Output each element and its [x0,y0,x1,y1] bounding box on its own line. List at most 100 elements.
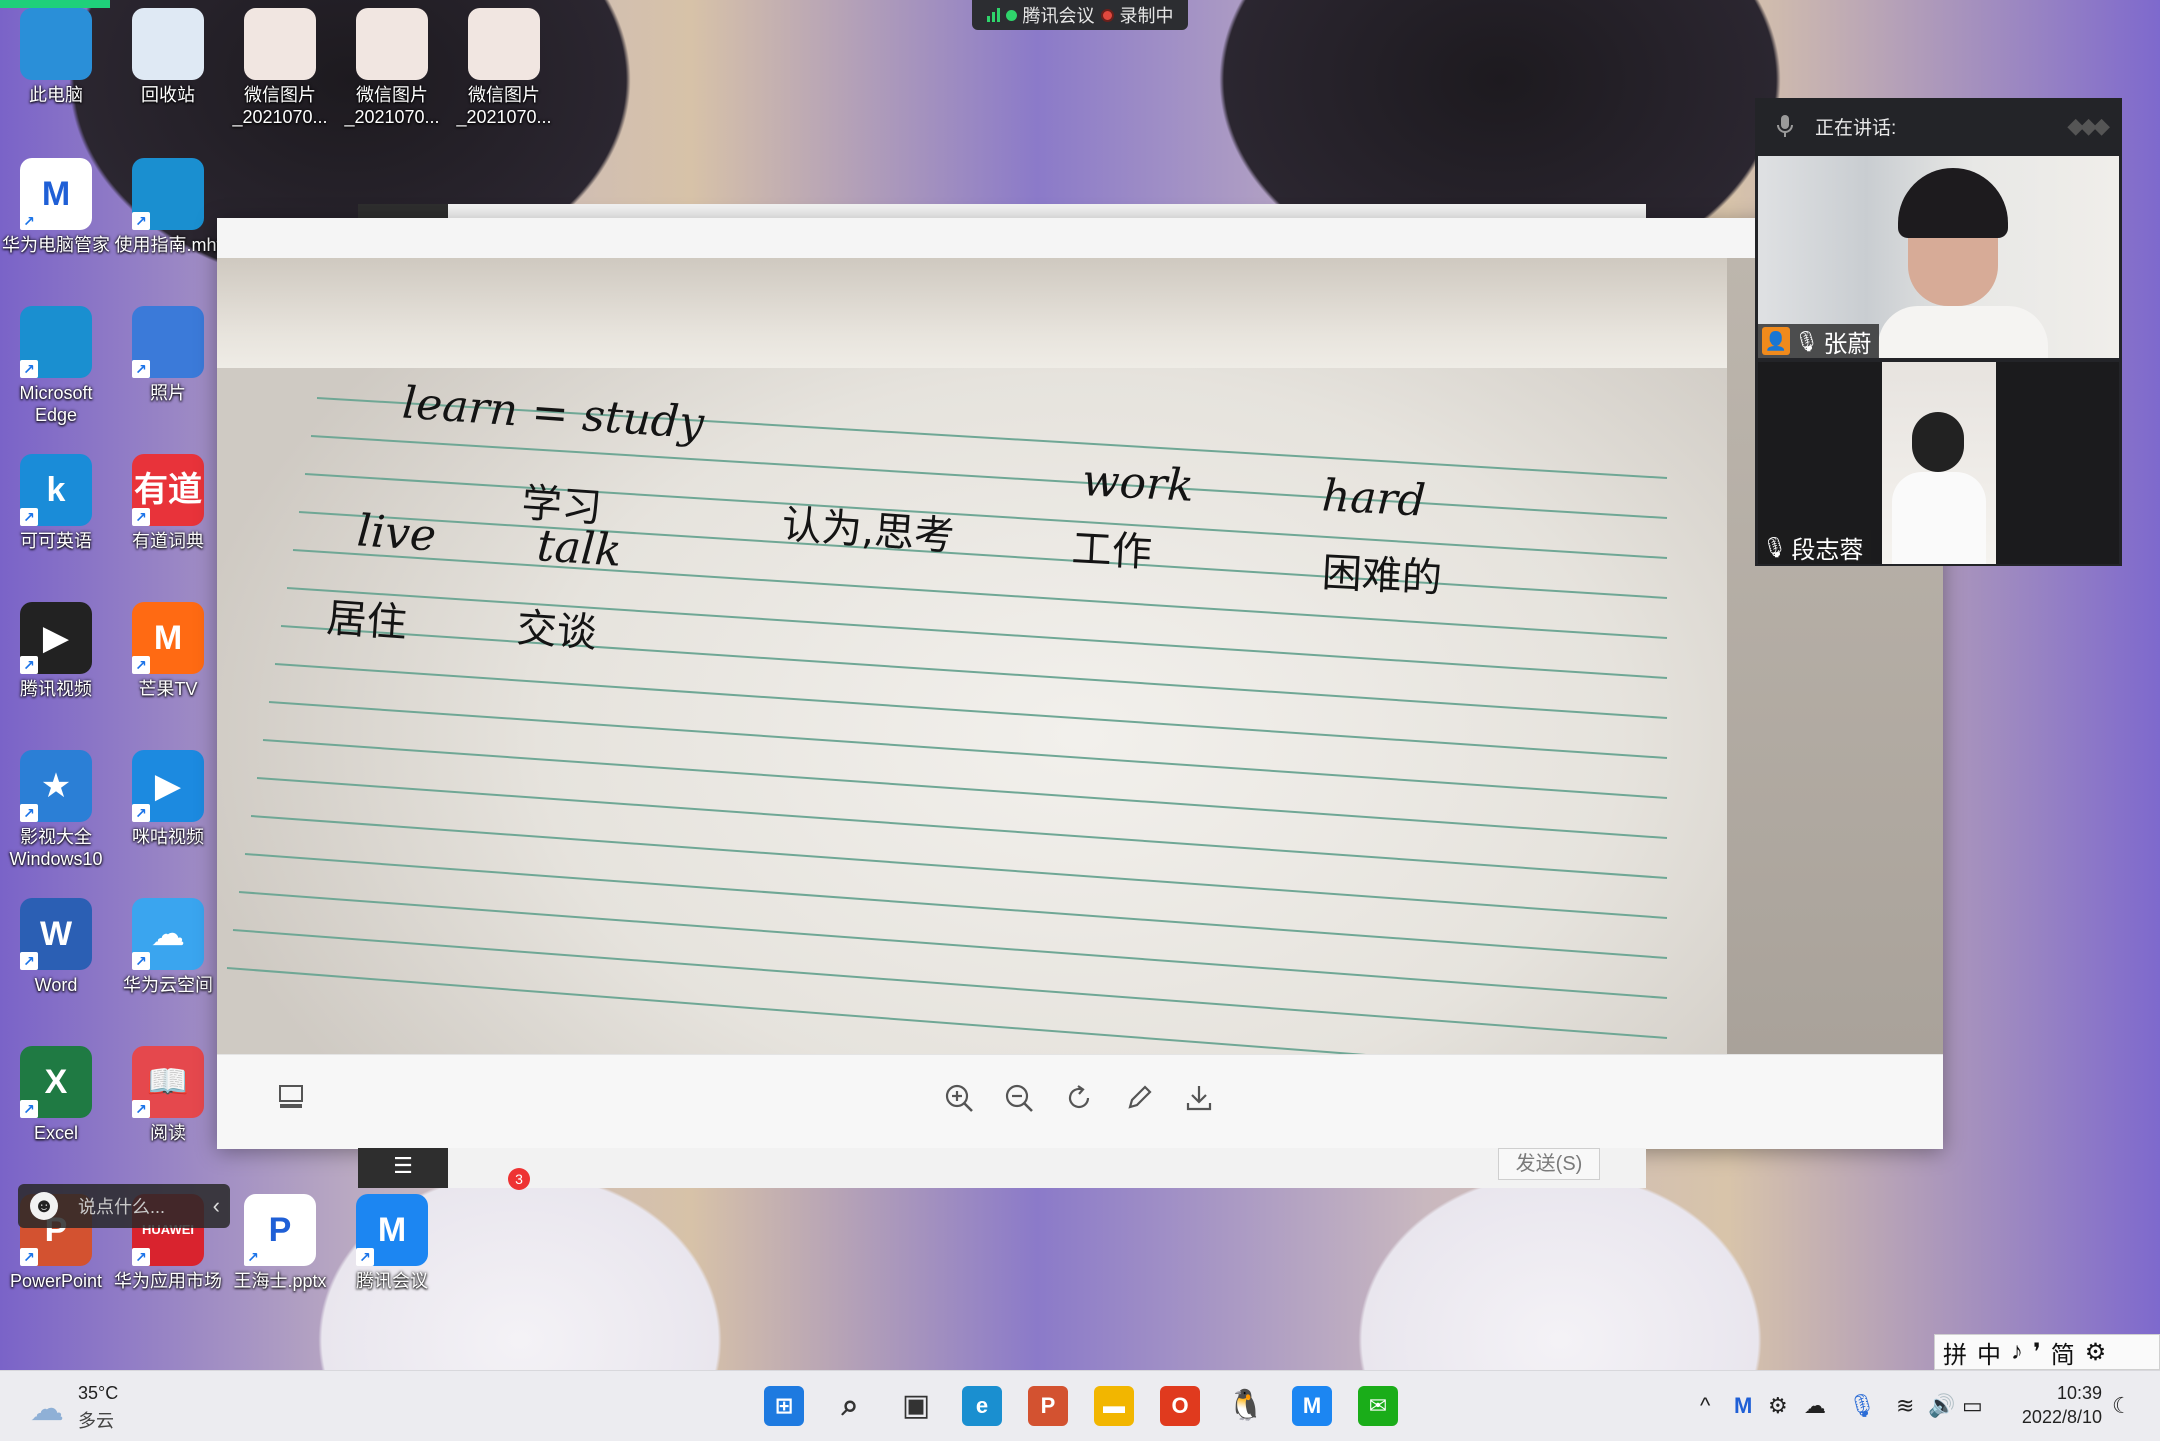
pencil-icon[interactable] [1121,1083,1157,1119]
desktop-icon-label: 华为云空间 [123,975,213,995]
speaking-header: 正在讲话: ◆◆◆ [1755,98,2122,154]
participant-tile[interactable]: 👤 🎙 张蔚 [1758,156,2119,358]
comment-box[interactable]: ☻ 说点什么... ‹ [18,1184,230,1228]
shortcut-arrow-icon: ↗ [20,508,38,526]
desktop-icon[interactable]: M ↗ 华为电脑管家 [0,158,112,256]
wifi-icon[interactable]: ≋ [1896,1393,1914,1419]
menu-icon[interactable]: ☰ [358,1148,448,1188]
ruled-line [280,625,1668,719]
desktop-icon[interactable]: ↗ 使用指南.mht [112,158,224,256]
desktop-icon[interactable]: ★ ↗ 影视大全Windows10 [0,750,112,870]
shortcut-arrow-icon: ↗ [20,212,38,230]
ime-item[interactable]: 中 [1977,1335,2001,1370]
word-icon: W ↗ [20,898,92,970]
powerpoint-icon[interactable]: P [1028,1386,1068,1426]
cloud-tray-icon[interactable]: ☁ [1804,1393,1826,1419]
zoom-in-icon[interactable] [941,1083,977,1119]
participant-tile[interactable]: 🎙 段志蓉 [1758,362,2119,564]
chevron-left-icon[interactable]: ‹ [213,1193,220,1219]
desktop-icon[interactable]: M ↗ 芒果TV [112,602,224,700]
ime-toolbar[interactable]: 拼 中 ♪ ❜ 简 ⚙ [1934,1334,2160,1370]
start-icon[interactable]: ⊞ [764,1386,804,1426]
ruled-line [244,853,1668,959]
ime-item[interactable]: ⚙ [2085,1338,2107,1367]
desktop-icon[interactable]: X ↗ Excel [0,1046,112,1144]
ruled-line [274,663,1668,759]
volume-icon[interactable]: 🔊 [1928,1393,1955,1419]
participant-video [1882,362,1996,564]
notification-moon-icon[interactable]: ☾ [2112,1393,2132,1419]
weather-temp: 35°C [78,1383,119,1403]
meeting-status-dot-icon [1005,9,1017,21]
ime-item[interactable]: ❜ [2033,1338,2041,1367]
shortcut-arrow-icon: ↗ [20,952,38,970]
ruled-line [256,777,1668,879]
desktop-icon[interactable]: 回收站 [112,8,224,106]
desktop-icon-label: 回收站 [141,85,195,105]
search-icon[interactable]: ⌕ [830,1386,870,1426]
office-icon[interactable]: O [1160,1386,1200,1426]
desktop-icon-label: 华为电脑管家 [2,235,110,255]
handwritten-word: hard [1320,470,1428,527]
keke-english-icon: k ↗ [20,454,92,526]
zoom-out-icon[interactable] [1001,1083,1037,1119]
image-viewer-window[interactable]: learn = study 学习 认为,思考 work hard live ta… [217,218,1943,1149]
huawei-manager-tray-icon[interactable]: M [1734,1393,1752,1419]
qq-icon[interactable]: 🐧 [1226,1386,1266,1426]
desktop-icon-label: 腾讯会议 [356,1271,428,1291]
desktop-icon[interactable]: 📖 ↗ 阅读 [112,1046,224,1144]
ruled-line [286,587,1668,679]
edge-icon[interactable]: e [962,1386,1002,1426]
recycle-bin-icon [132,8,204,80]
desktop-icon[interactable]: ↗ Microsoft Edge [0,306,112,426]
microphone-tray-icon[interactable]: 🎙 [1848,1393,1876,1419]
desktop-icon[interactable]: W ↗ Word [0,898,112,996]
desktop-icon[interactable]: 微信图片_2021070... [448,8,560,128]
wechat-icon[interactable]: ✉ [1358,1386,1398,1426]
emoji-icon[interactable]: ☻ [30,1192,58,1220]
excel-icon: X ↗ [20,1046,92,1118]
microphone-icon [1777,115,1793,137]
desktop-icon[interactable]: 微信图片_2021070... [336,8,448,128]
desktop-icon[interactable]: ☁ ↗ 华为云空间 [112,898,224,996]
collapse-panel-icon[interactable]: ◆◆◆ [2067,113,2110,139]
desktop-icon[interactable]: P ↗ 王海士.pptx [224,1194,336,1292]
file-explorer-icon[interactable]: ▬ [1094,1386,1134,1426]
shortcut-arrow-icon: ↗ [132,1100,150,1118]
ime-item[interactable]: ♪ [2011,1338,2023,1366]
participant-name: 张蔚 [1823,330,1872,358]
thumbnail-icon[interactable] [273,1083,309,1119]
shortcut-arrow-icon: ↗ [20,656,38,674]
taskbar: ☁ 35°C 多云 ⊞ ⌕ ▣ e P ▬ O 🐧 M ✉ ^ M ⚙ ☁ 🎙 ≋ 🔊 ▭ 10:… [0,1370,2160,1441]
desktop-icon[interactable]: 此电脑 [0,8,112,106]
desktop-icon-label: 咪咕视频 [132,827,204,847]
desktop-icon[interactable]: 有道 ↗ 有道词典 [112,454,224,552]
desktop-icon-label: Word [34,975,78,995]
desktop-icon[interactable]: 微信图片_2021070... [224,8,336,128]
ruled-line [226,967,1366,1054]
tencent-meeting-icon[interactable]: M [1292,1386,1332,1426]
weather-widget[interactable]: ☁ 35°C 多云 [30,1379,140,1433]
reader-icon: 📖 ↗ [132,1046,204,1118]
migu-video-icon: ▶ ↗ [132,750,204,822]
meeting-status-bar[interactable]: 腾讯会议 录制中 [972,0,1188,30]
desktop-icon[interactable]: ↗ 照片 [112,306,224,404]
settings-tray-icon[interactable]: ⚙ [1768,1393,1788,1419]
clock[interactable]: 10:39 2022/8/10 [2006,1381,2102,1429]
battery-icon[interactable]: ▭ [1962,1393,1983,1419]
rotate-icon[interactable] [1061,1083,1097,1119]
chevron-up-icon[interactable]: ^ [1700,1393,1710,1419]
desktop-icon[interactable]: ▶ ↗ 咪咕视频 [112,750,224,848]
download-icon[interactable] [1181,1083,1217,1119]
desktop-icon[interactable]: ▶ ↗ 腾讯视频 [0,602,112,700]
desktop-icon[interactable]: M ↗ 腾讯会议 [336,1194,448,1292]
ruled-line [298,511,1668,599]
desktop-icon-label: 王海士.pptx [233,1271,327,1291]
photos-icon: ↗ [132,306,204,378]
video-panel[interactable]: 正在讲话: ◆◆◆ 👤 🎙 张蔚 🎙 段志蓉 [1755,98,2122,566]
task-view-icon[interactable]: ▣ [896,1386,936,1426]
send-button[interactable]: 发送(S) [1498,1148,1600,1180]
desktop-icon[interactable]: k ↗ 可可英语 [0,454,112,552]
ime-item[interactable]: 拼 [1943,1335,1967,1370]
ime-item[interactable]: 简 [2051,1335,2075,1370]
